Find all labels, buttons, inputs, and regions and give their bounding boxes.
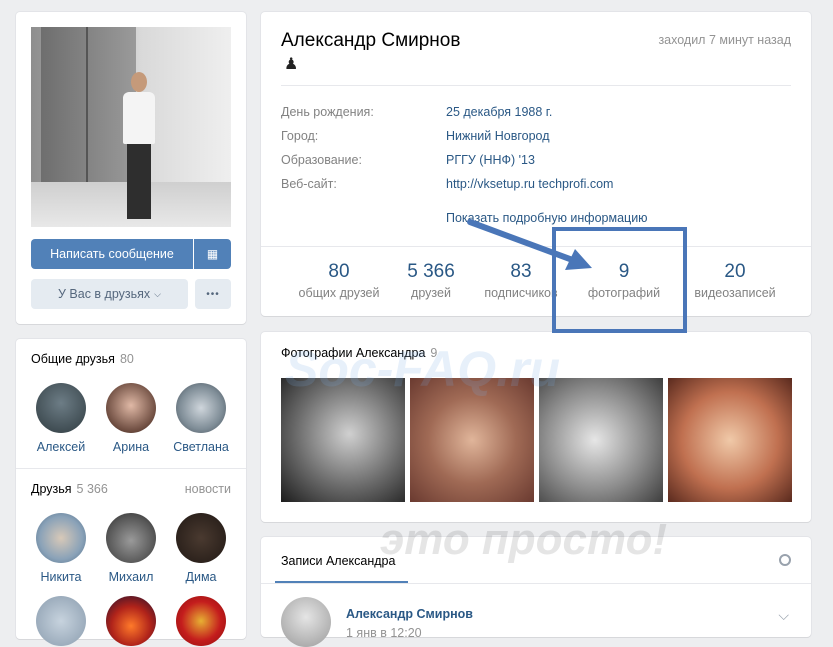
annotation-overlay	[467, 219, 687, 333]
annotation-highlight-box	[552, 227, 687, 333]
